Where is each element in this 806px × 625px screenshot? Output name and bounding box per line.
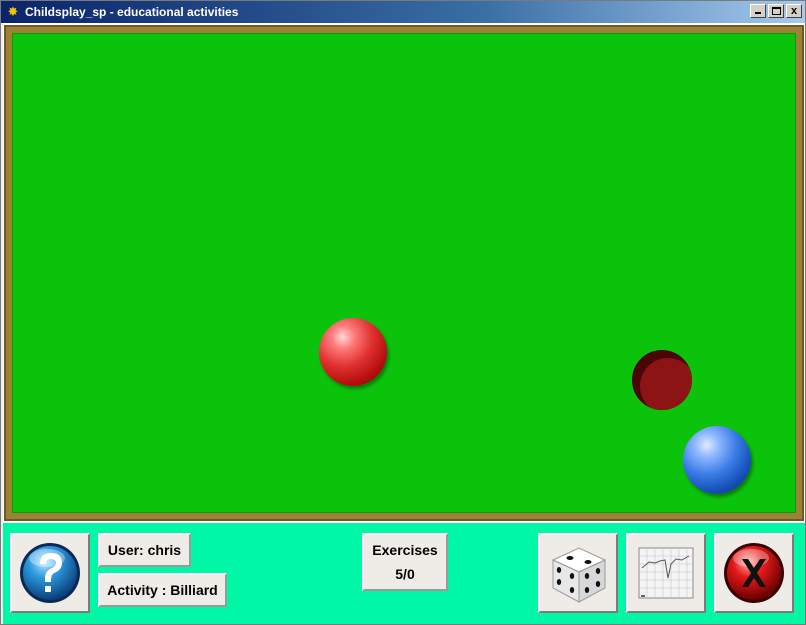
quit-icon (724, 543, 784, 603)
close-icon: x (790, 5, 798, 17)
question-mark-icon (20, 543, 80, 603)
graph-icon (638, 547, 694, 599)
graph-button[interactable] (626, 533, 706, 613)
activity-label: Activity : Billiard (98, 573, 227, 607)
window-controls: x (750, 4, 802, 18)
dice-button[interactable] (538, 533, 618, 613)
title-bar[interactable]: ✸ Childsplay_sp - educational activities… (1, 1, 805, 23)
exercises-label: Exercises (372, 542, 438, 558)
exercises-counter: Exercises 5/0 (362, 533, 448, 591)
billiard-table-felt[interactable] (12, 33, 796, 513)
minimize-icon (755, 12, 761, 14)
app-logo-icon: ✸ (7, 4, 19, 19)
close-window-button[interactable]: x (786, 4, 802, 18)
exercises-value: 5/0 (395, 566, 415, 582)
billiard-table-rail (4, 25, 804, 521)
help-button[interactable] (10, 533, 90, 613)
window-title: Childsplay_sp - educational activities (25, 5, 239, 19)
blue-ball[interactable] (683, 426, 751, 494)
app-window: ✸ Childsplay_sp - educational activities… (0, 0, 806, 625)
maximize-button[interactable] (768, 4, 784, 18)
user-name: User: chris (107, 542, 182, 558)
activity-name: Activity : Billiard (107, 582, 218, 598)
dice-icon (551, 547, 607, 603)
target-hole (632, 350, 692, 410)
user-label: User: chris (98, 533, 191, 567)
quit-button[interactable] (714, 533, 794, 613)
minimize-button[interactable] (750, 4, 766, 18)
red-ball[interactable] (319, 318, 387, 386)
maximize-icon (772, 7, 781, 15)
